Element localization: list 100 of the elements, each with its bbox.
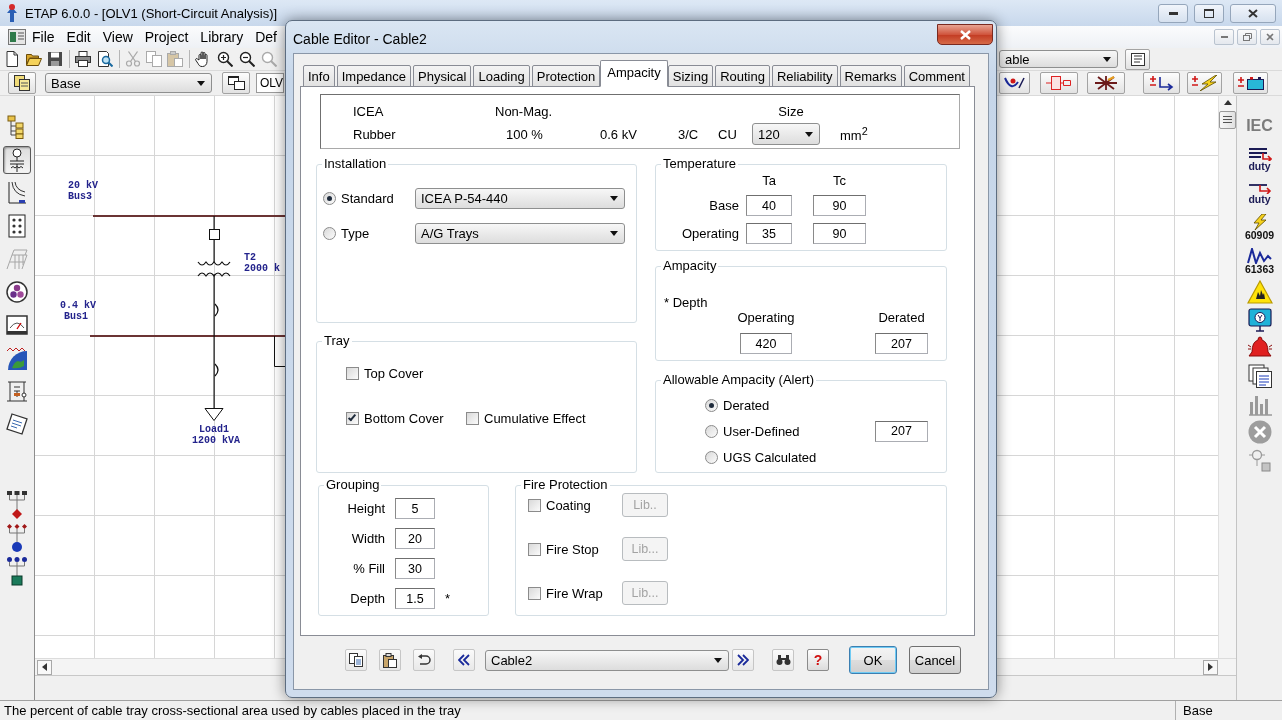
toolbar-button[interactable] (1143, 72, 1180, 94)
dropdown[interactable]: ICEA P-54-440 (415, 188, 625, 209)
network-diamond-icon[interactable] (6, 490, 28, 520)
size-dropdown[interactable]: 120 (752, 123, 820, 145)
toolbar-button[interactable] (1087, 72, 1125, 94)
input-field[interactable]: 40 (746, 195, 792, 216)
scroll-left-button[interactable] (37, 659, 52, 675)
open-folder-icon[interactable] (26, 51, 42, 67)
input-field[interactable]: 1.5 (395, 588, 435, 609)
close-button[interactable] (1230, 3, 1276, 23)
radio-button[interactable] (705, 450, 718, 464)
checkbox[interactable] (528, 498, 541, 512)
scroll-right-button[interactable] (1203, 659, 1218, 675)
tab[interactable]: Physical (413, 65, 472, 87)
caret-icon[interactable] (197, 80, 205, 86)
view-mode-button[interactable] (3, 410, 31, 438)
toolbar-button[interactable] (999, 72, 1030, 94)
bell-icon[interactable] (1246, 336, 1273, 360)
tab[interactable]: Comment (903, 65, 970, 87)
previous-button[interactable] (453, 649, 475, 671)
tab[interactable]: Info (303, 65, 335, 87)
warning-triangle-icon[interactable] (1246, 280, 1273, 304)
checkbox[interactable] (528, 586, 541, 600)
dropdown[interactable]: able (999, 50, 1118, 68)
ok-button[interactable]: OK (849, 646, 897, 674)
menu-item[interactable]: Library (200, 29, 244, 45)
input-field[interactable]: 420 (740, 333, 792, 354)
configuration-field[interactable]: OLV (256, 73, 284, 93)
new-document-icon[interactable] (4, 51, 20, 67)
device-duty-button[interactable]: duty (1239, 178, 1280, 208)
network-square-icon[interactable] (6, 556, 28, 586)
radio-button[interactable] (323, 227, 336, 240)
radio-button[interactable] (323, 192, 336, 205)
checkbox[interactable] (346, 366, 359, 380)
copy-button[interactable] (345, 649, 367, 671)
maximize-button[interactable] (1194, 3, 1224, 23)
minimize-button[interactable] (1158, 3, 1188, 23)
help-button[interactable]: ? (807, 649, 829, 671)
find-button[interactable] (772, 649, 794, 671)
input-field[interactable]: 20 (395, 528, 435, 549)
print-preview-icon[interactable] (97, 51, 113, 67)
toolbar-button[interactable] (8, 72, 36, 94)
menu-item[interactable]: View (102, 29, 133, 45)
undo-button[interactable] (413, 649, 435, 671)
scroll-right-icon[interactable] (1208, 663, 1213, 671)
scroll-left-icon[interactable] (42, 663, 47, 671)
save-icon[interactable] (47, 51, 63, 67)
caret-icon[interactable] (805, 131, 813, 137)
input-field[interactable]: 90 (813, 223, 866, 244)
checkbox[interactable] (528, 542, 541, 556)
view-mode-button[interactable] (3, 146, 31, 174)
view-mode-button[interactable] (3, 278, 31, 306)
monitor-icon[interactable] (1247, 308, 1272, 332)
clipboard-icon[interactable] (167, 51, 183, 67)
presentation-dropdown[interactable]: Base (45, 73, 212, 93)
toolbar-button[interactable] (1233, 72, 1268, 94)
tab[interactable]: Sizing (667, 65, 714, 87)
close-button[interactable] (937, 24, 993, 45)
input-field[interactable]: 90 (813, 195, 866, 216)
stop-icon[interactable] (1247, 420, 1272, 444)
scroll-thumb[interactable] (1219, 111, 1236, 129)
input-field[interactable]: 30 (395, 558, 435, 579)
radio-button[interactable] (705, 398, 718, 412)
network-circle-icon[interactable] (6, 523, 28, 553)
waveform-button[interactable]: 61363 (1239, 246, 1280, 276)
hand-icon[interactable] (195, 51, 211, 67)
tab[interactable]: Routing (715, 65, 770, 87)
documents-icon[interactable] (1247, 364, 1272, 388)
tab[interactable]: Ampacity (600, 60, 668, 87)
toolbar-button[interactable] (1125, 48, 1150, 70)
caret-icon[interactable] (610, 196, 618, 201)
next-button[interactable] (732, 649, 754, 671)
caret-icon[interactable] (1103, 56, 1111, 62)
tab[interactable]: Reliability (771, 65, 838, 87)
bus-duty-button[interactable]: duty (1239, 144, 1280, 174)
tab[interactable]: Impedance (336, 65, 411, 87)
input-field[interactable]: 207 (875, 420, 928, 442)
tab[interactable]: Loading (473, 65, 530, 87)
standard-button[interactable]: IEC (1239, 110, 1280, 140)
tab[interactable]: Protection (531, 65, 601, 87)
toolbar-button[interactable] (222, 72, 250, 94)
caret-icon[interactable] (610, 231, 618, 236)
print-icon[interactable] (75, 51, 91, 67)
menu-item[interactable]: File (32, 29, 55, 45)
element-dropdown[interactable]: Cable2 (485, 649, 729, 671)
checkbox[interactable] (466, 411, 479, 425)
cancel-button[interactable]: Cancel (909, 646, 961, 674)
restore-button[interactable] (1237, 29, 1257, 45)
vertical-scrollbar[interactable] (1218, 96, 1236, 658)
dropdown[interactable]: A/G Trays (415, 223, 625, 244)
menu-item[interactable]: Edit (66, 29, 91, 45)
input-field[interactable]: 5 (395, 498, 435, 519)
zoom-in-icon[interactable] (217, 51, 233, 67)
input-field[interactable]: 207 (875, 333, 928, 354)
menu-item[interactable]: Project (144, 29, 189, 45)
menu-item[interactable]: Def (255, 29, 277, 45)
zoom-out-icon[interactable] (239, 51, 255, 67)
input-field[interactable]: 35 (746, 223, 792, 244)
scroll-up-icon[interactable] (1223, 100, 1232, 105)
paste-button[interactable] (379, 649, 401, 671)
